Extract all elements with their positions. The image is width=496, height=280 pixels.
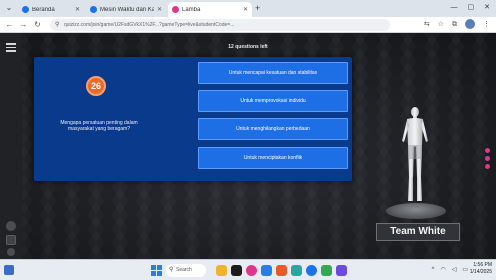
start-button-icon[interactable]: [151, 265, 162, 276]
taskbar-app-icon[interactable]: [336, 265, 347, 276]
sound-icon[interactable]: [7, 248, 15, 256]
tray-chevron-icon[interactable]: ^: [432, 265, 435, 276]
countdown-timer: 26: [86, 76, 106, 96]
tab-title: Mesin Waktu dan Karang Dasar: [100, 6, 154, 13]
quiz-page: 12 questions left 26 Mengapa persatuan p…: [0, 33, 496, 259]
reload-icon[interactable]: ↻: [32, 19, 43, 30]
tab-mesin-waktu[interactable]: Mesin Waktu dan Karang Dasar ✕: [86, 2, 166, 17]
profile-avatar[interactable]: [465, 19, 475, 29]
team-label: Team White: [376, 223, 460, 241]
answer-option-3[interactable]: Untuk menghilangkan perbedaan: [198, 118, 348, 140]
more-menu-icon[interactable]: ⋮: [483, 19, 490, 30]
tab-favicon-icon: [22, 6, 29, 13]
questions-left-counter: 12 questions left: [228, 44, 268, 50]
fullscreen-icon[interactable]: [6, 235, 16, 245]
tab-close-icon[interactable]: ✕: [243, 6, 248, 13]
browser-toolbar: ← → ↻ ⚲ quizizz.com/join/game/U2FsdGVkX1…: [0, 17, 496, 33]
widgets-icon[interactable]: [4, 265, 14, 275]
question-text: Mengapa persatuan penting dalam masyarak…: [60, 120, 138, 132]
clock-date: 1/14/2025: [469, 269, 492, 275]
browser-tab-bar: ⌄ Beranda ✕ Mesin Waktu dan Karang Dasar…: [0, 0, 496, 17]
extensions-icon[interactable]: ⧉: [452, 19, 457, 30]
close-window-icon[interactable]: ✕: [484, 2, 490, 14]
system-tray: ^ ◠ ◁ ▭: [432, 265, 468, 276]
taskbar-app-icon[interactable]: [291, 265, 302, 276]
tab-lamba[interactable]: Lamba ✕: [168, 2, 252, 17]
taskbar-app-icon[interactable]: [321, 265, 332, 276]
taskbar-app-icon[interactable]: [276, 265, 287, 276]
forward-icon[interactable]: →: [18, 19, 29, 30]
tab-close-icon[interactable]: ✕: [75, 6, 80, 13]
left-rail: [0, 33, 22, 259]
tab-favicon-icon: [172, 6, 179, 13]
clock-time: 1:56 PM: [473, 262, 492, 268]
answer-option-1[interactable]: Untuk mencapai kesatuan dan stabilitas: [198, 62, 348, 84]
address-bar[interactable]: ⚲ quizizz.com/join/game/U2FsdGVkX1%2F...…: [50, 19, 390, 31]
taskbar-search[interactable]: ⚲ Search: [166, 264, 206, 277]
player-avatar: [402, 107, 428, 201]
translate-icon[interactable]: ⇆: [424, 19, 430, 30]
side-menu-dots-icon[interactable]: [485, 148, 491, 172]
settings-icon[interactable]: [6, 221, 16, 231]
tab-title: Beranda: [32, 6, 55, 13]
tab-close-icon[interactable]: ✕: [157, 6, 162, 13]
maximize-icon[interactable]: ▢: [468, 2, 475, 14]
tab-title: Lamba: [182, 6, 201, 13]
avatar-pedestal: [386, 203, 446, 219]
battery-icon[interactable]: ▭: [462, 265, 468, 276]
taskbar-app-icon[interactable]: [246, 265, 257, 276]
bookmark-star-icon[interactable]: ☆: [438, 19, 444, 30]
answer-option-2[interactable]: Untuk memprovokasi individu: [198, 90, 348, 112]
tab-beranda[interactable]: Beranda ✕: [18, 2, 84, 17]
search-icon: ⚲: [169, 267, 174, 273]
taskbar-chrome-icon[interactable]: [306, 265, 317, 276]
answer-option-4[interactable]: Untuk menciptakan konflik: [198, 147, 348, 169]
taskbar-app-icon[interactable]: [231, 265, 242, 276]
tab-search-icon[interactable]: ⌄: [4, 3, 14, 13]
search-placeholder: Search: [176, 267, 192, 273]
taskbar-app-icon[interactable]: [261, 265, 272, 276]
wifi-icon[interactable]: ◠: [440, 265, 445, 276]
address-url: quizizz.com/join/game/U2FsdGVkX1%2F...?g…: [64, 22, 235, 28]
window-controls: — ▢ ✕: [451, 2, 491, 14]
taskbar-clock[interactable]: 1:56 PM 1/14/2025: [470, 262, 492, 276]
site-info-icon[interactable]: ⚲: [55, 19, 59, 31]
tab-favicon-icon: [90, 6, 97, 13]
back-icon[interactable]: ←: [4, 19, 15, 30]
volume-icon[interactable]: ◁: [452, 265, 457, 276]
os-taskbar: ⚲ Search ^ ◠ ◁ ▭ 1:56 PM 1/14/2025: [0, 259, 496, 280]
minimize-icon[interactable]: —: [451, 2, 458, 14]
taskbar-app-icon[interactable]: [216, 265, 227, 276]
toolbar-icons: ⇆ ☆ ⧉ ⋮: [424, 19, 490, 30]
new-tab-button[interactable]: +: [255, 3, 260, 14]
